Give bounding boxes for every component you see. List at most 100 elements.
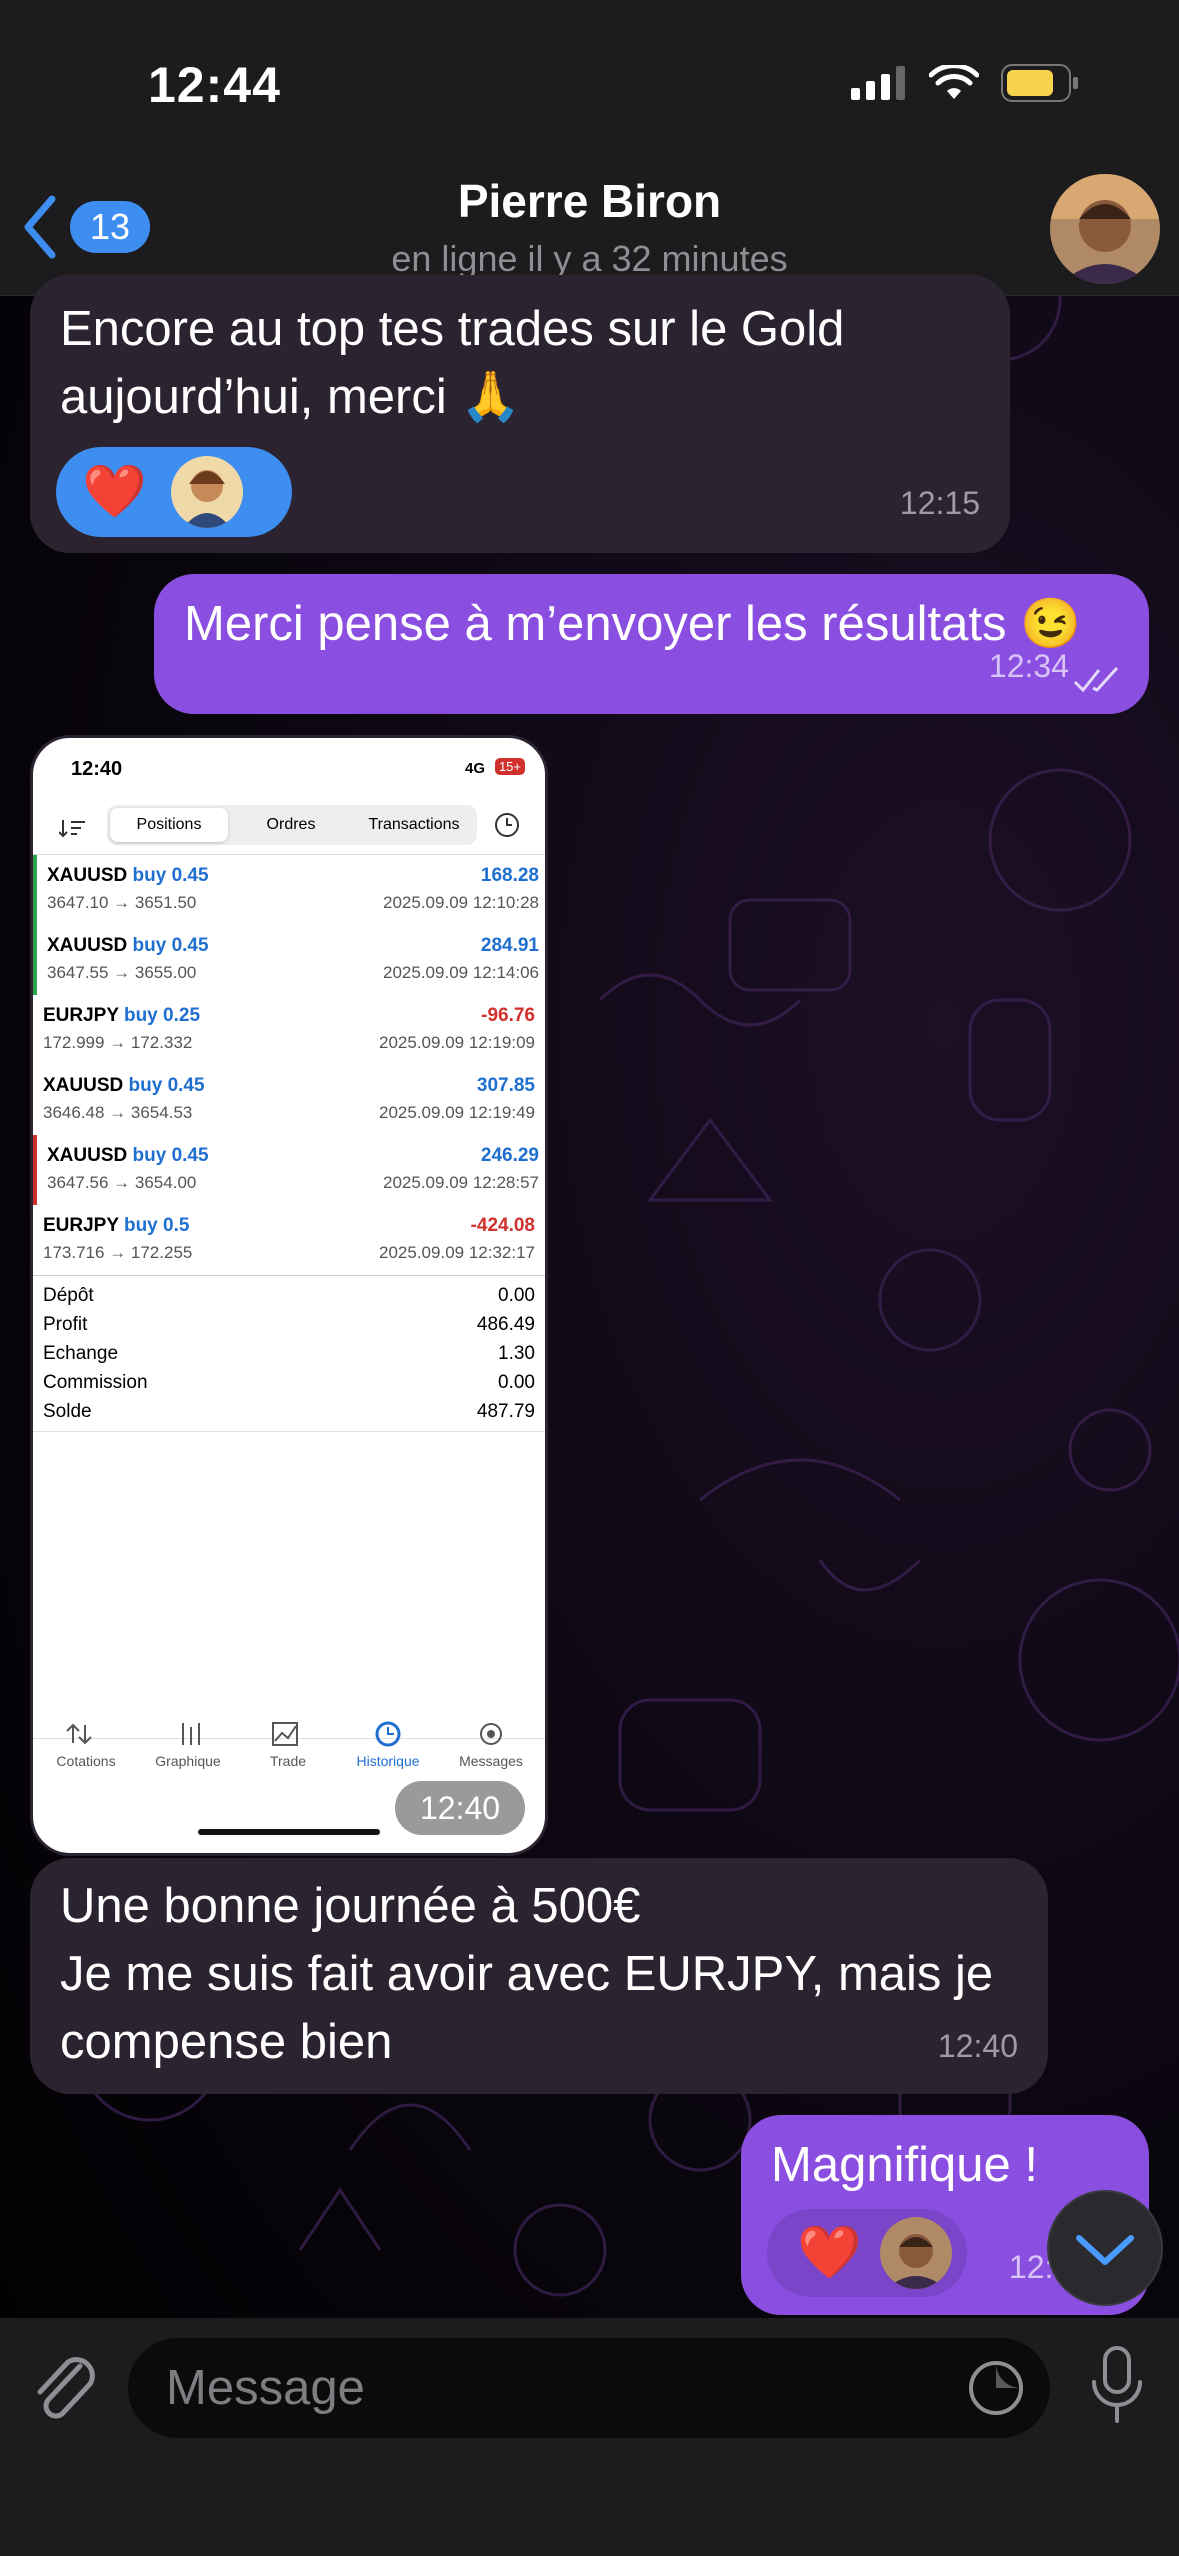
chevron-down-icon bbox=[1076, 2235, 1134, 2265]
shot-trade-row: EURJPY buy 0.25 -96.76 172.999 → 172.332 20… bbox=[33, 995, 545, 1065]
trade-profit: 246.29 bbox=[480, 1145, 539, 1166]
summary-label: Dépôt bbox=[43, 1285, 94, 1306]
trade-date: 2025.09.09 12:19:09 bbox=[379, 1033, 535, 1052]
shot-tabbar-messages: Messages bbox=[459, 1753, 523, 1769]
microphone-icon[interactable] bbox=[1082, 2342, 1152, 2432]
shot-tab-transactions: Transactions bbox=[368, 816, 460, 833]
trade-symbol: XAUUSD bbox=[47, 865, 128, 886]
trade-symbol: EURJPY bbox=[43, 1215, 119, 1236]
contact-avatar[interactable] bbox=[1050, 174, 1160, 284]
trade-profit: 284.91 bbox=[480, 935, 539, 956]
shot-tab-ordres: Ordres bbox=[266, 816, 316, 833]
trade-prices: 3646.48 → 3654.53 bbox=[43, 1103, 193, 1122]
shot-trade-row: XAUUSD buy 0.45 284.91 3647.55 → 3655.00 20… bbox=[33, 925, 545, 995]
sticker-icon[interactable] bbox=[966, 2358, 1026, 2418]
message-text: Une bonne journée à 500€ bbox=[60, 1879, 641, 1933]
shot-status-time: 12:40 bbox=[71, 758, 123, 780]
shot-tabbar-historique: Historique bbox=[356, 1753, 420, 1769]
trade-prices: 3647.55 → 3655.00 bbox=[47, 963, 197, 982]
contact-status: en ligne il y a 32 minutes bbox=[391, 238, 788, 279]
double-check-icon bbox=[1073, 666, 1119, 693]
trade-date: 2025.09.09 12:14:06 bbox=[383, 963, 539, 982]
scroll-to-bottom-button[interactable] bbox=[1047, 2190, 1163, 2306]
trade-type: buy 0.5 bbox=[123, 1215, 190, 1236]
battery-icon bbox=[1001, 64, 1078, 102]
trade-date: 2025.09.09 12:19:49 bbox=[379, 1103, 535, 1122]
message-time: 12:40 bbox=[937, 2028, 1018, 2064]
trade-symbol: EURJPY bbox=[43, 1005, 119, 1026]
summary-label: Solde bbox=[43, 1401, 92, 1422]
shot-summary-row: Commission 0.00 bbox=[43, 1372, 535, 1401]
message-text: Je me suis fait avoir avec EURJPY, mais … bbox=[60, 1947, 994, 2001]
trade-prices: 3647.10 → 3651.50 bbox=[47, 893, 197, 912]
reactor-avatar bbox=[170, 456, 243, 528]
paperclip-icon[interactable] bbox=[26, 2348, 106, 2428]
summary-label: Commission bbox=[43, 1372, 148, 1393]
trade-prices: 173.716 → 172.255 bbox=[43, 1243, 193, 1262]
shot-segmented-control: Positions Ordres Transactions bbox=[107, 805, 477, 845]
reactions-pill[interactable]: ❤️ bbox=[767, 2209, 967, 2297]
shot-tabbar-icons bbox=[66, 1721, 502, 1747]
message-time: 12:34 bbox=[988, 648, 1069, 684]
trade-date: 2025.09.09 12:32:17 bbox=[379, 1243, 535, 1262]
message-text: Encore au top tes trades sur le Gold bbox=[60, 302, 845, 356]
summary-value: 487.79 bbox=[476, 1401, 535, 1422]
shot-trade-row: XAUUSD buy 0.45 168.28 3647.10 → 3651.50 20… bbox=[33, 855, 545, 925]
shot-trade-row: XAUUSD buy 0.45 246.29 3647.56 → 3654.00 20… bbox=[33, 1135, 545, 1205]
message-time: 12:15 bbox=[899, 485, 980, 521]
summary-value: 486.49 bbox=[476, 1314, 535, 1335]
shot-tabbar-graphique: Graphique bbox=[155, 1753, 221, 1769]
sort-icon bbox=[59, 820, 85, 838]
trade-type: buy 0.45 bbox=[132, 1145, 209, 1166]
shot-summary-row: Profit 486.49 bbox=[43, 1314, 535, 1343]
summary-label: Echange bbox=[43, 1343, 119, 1364]
trade-type: buy 0.45 bbox=[132, 935, 209, 956]
summary-value: 0.00 bbox=[498, 1372, 535, 1393]
message-text: compense bien bbox=[60, 2015, 393, 2069]
heart-reaction: ❤️ bbox=[82, 463, 147, 521]
cellular-signal-icon bbox=[851, 66, 905, 100]
message-placeholder: Message bbox=[166, 2361, 365, 2415]
wifi-icon bbox=[929, 65, 979, 99]
shot-tabbar-cotations: Cotations bbox=[56, 1753, 116, 1769]
outgoing-message[interactable]: Merci pense à m’envoyer les résultats 😉 … bbox=[154, 574, 1149, 714]
shot-battery: 15+ bbox=[494, 758, 525, 775]
reactor-avatar bbox=[879, 2217, 952, 2289]
shot-summary-row: Echange 1.30 bbox=[43, 1343, 535, 1372]
shot-summary-row: Dépôt 0.00 bbox=[43, 1285, 535, 1314]
message-input[interactable]: Message bbox=[128, 2338, 1050, 2438]
home-indicator bbox=[198, 1829, 380, 1835]
trade-profit: 307.85 bbox=[476, 1075, 535, 1096]
message-input-bar: Message bbox=[0, 2318, 1179, 2556]
trade-date: 2025.09.09 12:10:28 bbox=[383, 893, 539, 912]
image-time: 12:40 bbox=[395, 1781, 525, 1835]
incoming-message[interactable]: Encore au top tes trades sur le Gold auj… bbox=[30, 275, 1010, 553]
trade-profit: -96.76 bbox=[481, 1005, 535, 1026]
incoming-message[interactable]: Une bonne journée à 500€ Je me suis fait… bbox=[30, 1858, 1048, 2094]
shot-summary-row: Solde 487.79 bbox=[43, 1401, 535, 1430]
shot-trade-row: EURJPY buy 0.5 -424.08 173.716 → 172.255 20… bbox=[33, 1205, 545, 1275]
trade-prices: 172.999 → 172.332 bbox=[43, 1033, 193, 1052]
contact-name[interactable]: Pierre Biron bbox=[0, 174, 1179, 228]
trade-profit: -424.08 bbox=[470, 1215, 535, 1236]
summary-value: 1.30 bbox=[498, 1343, 535, 1364]
summary-label: Profit bbox=[43, 1314, 88, 1335]
trade-type: buy 0.25 bbox=[123, 1005, 201, 1026]
status-bar: 12:44 bbox=[0, 0, 1179, 170]
reactions-pill[interactable]: ❤️ bbox=[56, 447, 292, 537]
status-time: 12:44 bbox=[148, 57, 281, 113]
trade-prices: 3647.56 → 3654.00 bbox=[47, 1173, 197, 1192]
heart-reaction: ❤️ bbox=[797, 2224, 862, 2282]
avatar-photo bbox=[879, 2217, 952, 2289]
shot-tabbar-trade: Trade bbox=[269, 1753, 307, 1769]
trade-symbol: XAUUSD bbox=[47, 1145, 128, 1166]
message-text: Magnifique ! bbox=[771, 2138, 1038, 2192]
avatar-photo bbox=[1050, 174, 1160, 284]
shot-network: 4G bbox=[464, 760, 485, 777]
shot-trade-row: XAUUSD buy 0.45 307.85 3646.48 → 3654.53 20… bbox=[33, 1065, 545, 1135]
trading-screenshot-image[interactable]: 12:40 4G 15+ Positions Ordres Transactio… bbox=[30, 735, 548, 1856]
shot-tab-positions: Positions bbox=[110, 808, 228, 842]
summary-value: 0.00 bbox=[498, 1285, 535, 1306]
trade-profit: 168.28 bbox=[480, 865, 539, 886]
cartoon-avatar-icon bbox=[182, 470, 231, 528]
